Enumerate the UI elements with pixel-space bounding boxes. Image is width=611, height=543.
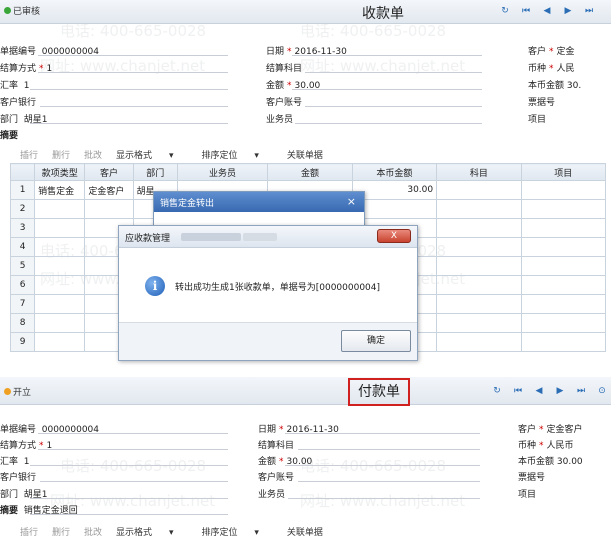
bottom-settle-account[interactable]: 结算科目 xyxy=(258,438,294,451)
close-button[interactable]: X xyxy=(377,229,411,243)
watermark-site: 网址: www.chanjet.net xyxy=(300,492,466,510)
refresh-icon[interactable]: ↻ xyxy=(500,6,510,16)
top-customer[interactable]: 客户 * 定金 xyxy=(528,44,575,57)
first-record-icon[interactable]: ⏮ xyxy=(521,6,531,16)
row-number: 1 xyxy=(9,180,36,200)
display-format-button[interactable]: 显示格式 ▾ xyxy=(116,148,187,161)
sort-locate-button[interactable]: 排序定位 ▾ xyxy=(201,148,272,161)
bottom-grid-toolbar: 插行 删行 批改 显示格式 ▾ 排序定位 ▾ 关联单据 xyxy=(0,525,611,538)
row-number: 9 xyxy=(9,332,36,352)
bottom-page-title: 付款单 xyxy=(348,378,410,406)
approved-status-icon xyxy=(4,7,11,14)
info-icon: i xyxy=(145,276,165,296)
bottom-project[interactable]: 项目 xyxy=(518,487,536,500)
related-docs-button[interactable]: 关联单据 xyxy=(287,525,323,538)
insert-row-button[interactable]: 插行 xyxy=(20,525,38,538)
delete-row-button[interactable]: 删行 xyxy=(52,525,70,538)
row-number: 5 xyxy=(9,256,36,276)
message-text: 转出成功生成1张收款单，单据号为[0000000004] xyxy=(175,283,381,293)
top-account[interactable]: 客户账号 xyxy=(266,95,302,108)
bottom-bill-no[interactable]: 票据号 xyxy=(518,470,545,483)
sort-locate-button[interactable]: 排序定位 ▾ xyxy=(201,525,272,538)
top-record-nav: ↻ ⏮ ◀ ▶ ⏭ xyxy=(500,6,594,16)
col-header-project[interactable]: 项目 xyxy=(520,163,607,181)
batch-edit-button[interactable]: 批改 xyxy=(84,148,102,161)
top-bill-no[interactable]: 票据号 xyxy=(528,95,555,108)
row-number: 2 xyxy=(9,199,36,219)
last-record-icon[interactable]: ⏭ xyxy=(584,6,594,16)
prev-record-icon[interactable]: ◀ xyxy=(534,386,544,396)
row-number: 3 xyxy=(9,218,36,238)
row-number: 7 xyxy=(9,294,36,314)
top-grid-toolbar: 插行 删行 批改 显示格式 ▾ 排序定位 ▾ 关联单据 xyxy=(0,148,611,161)
top-header-bar: 已审核 收款单 ↻ ⏮ ◀ ▶ ⏭ xyxy=(0,0,611,24)
cell-customer[interactable]: 定金客户 xyxy=(84,180,134,200)
bottom-customer[interactable]: 客户 * 定金客户 xyxy=(518,422,583,435)
col-header-customer[interactable]: 客户 xyxy=(84,163,134,181)
top-rate[interactable]: 汇率 1 xyxy=(0,78,29,91)
top-settle-account[interactable]: 结算科目 xyxy=(266,61,302,74)
bottom-rate[interactable]: 汇率 1 xyxy=(0,454,29,467)
display-format-button[interactable]: 显示格式 ▾ xyxy=(116,525,187,538)
dropdown-arrow-icon: ▾ xyxy=(168,528,174,538)
bottom-bank[interactable]: 客户银行 xyxy=(0,470,36,483)
related-docs-button[interactable]: 关联单据 xyxy=(287,148,323,161)
bottom-record-nav: ↻ ⏮ ◀ ▶ ⏭ ⊙ xyxy=(492,386,607,396)
refresh-icon[interactable]: ↻ xyxy=(492,386,502,396)
col-header-staff[interactable]: 业务员 xyxy=(176,163,269,181)
top-project[interactable]: 项目 xyxy=(528,112,546,125)
grid-header-row: 款项类型 客户 部门 业务员 金额 本币金额 科目 项目 xyxy=(9,163,607,181)
col-header-account[interactable]: 科目 xyxy=(436,163,522,181)
last-record-icon[interactable]: ⏭ xyxy=(576,386,586,396)
col-header-type[interactable]: 款项类型 xyxy=(34,163,86,181)
dropdown-arrow-icon: ▾ xyxy=(254,528,259,538)
top-local-amount: 本币金额 30. xyxy=(528,81,582,91)
message-dialog-title: 应收款管理 xyxy=(125,234,171,244)
col-header-local-amount[interactable]: 本币金额 xyxy=(351,163,438,181)
top-staff[interactable]: 业务员 xyxy=(266,112,293,125)
top-currency[interactable]: 币种 * 人民 xyxy=(528,61,575,74)
delete-row-button[interactable]: 删行 xyxy=(52,148,70,161)
top-summary[interactable]: 摘要 xyxy=(0,128,18,141)
col-header-amount[interactable]: 金额 xyxy=(267,163,353,181)
col-header-dept[interactable]: 部门 xyxy=(132,163,178,181)
message-dialog: 应收款管理 X i 转出成功生成1张收款单，单据号为[0000000004] 确… xyxy=(118,225,418,361)
blurred-caption xyxy=(243,233,277,241)
ok-button[interactable]: 确定 xyxy=(341,330,411,352)
transfer-dialog-header: 销售定金转出 × xyxy=(154,192,364,212)
insert-row-button[interactable]: 插行 xyxy=(20,148,38,161)
bottom-header-bar: 开立 付款单 ↻ ⏮ ◀ ▶ ⏭ ⊙ xyxy=(0,377,611,406)
next-record-icon[interactable]: ▶ xyxy=(555,386,565,396)
top-status-label: 已审核 xyxy=(13,7,41,17)
top-bank[interactable]: 客户银行 xyxy=(0,95,36,108)
message-dialog-header: 应收款管理 X xyxy=(119,226,417,248)
row-number: 8 xyxy=(9,313,36,333)
prev-record-icon[interactable]: ◀ xyxy=(542,6,552,16)
close-icon[interactable]: × xyxy=(347,195,356,208)
row-number: 4 xyxy=(9,237,36,257)
top-status: 已审核 xyxy=(4,4,40,17)
dropdown-arrow-icon: ▾ xyxy=(254,151,259,161)
bottom-account[interactable]: 客户账号 xyxy=(258,470,294,483)
bottom-staff[interactable]: 业务员 xyxy=(258,487,285,500)
blurred-caption xyxy=(181,233,241,241)
top-page-title: 收款单 xyxy=(362,6,404,22)
bottom-local-amount: 本币金额 30.00 xyxy=(518,457,583,467)
batch-edit-button[interactable]: 批改 xyxy=(84,525,102,538)
bottom-status-label: 开立 xyxy=(13,388,32,398)
search-icon[interactable]: ⊙ xyxy=(597,386,607,396)
first-record-icon[interactable]: ⏮ xyxy=(513,386,523,396)
row-number: 6 xyxy=(9,275,36,295)
next-record-icon[interactable]: ▶ xyxy=(563,6,573,16)
bottom-status: 开立 xyxy=(4,385,31,398)
dropdown-arrow-icon: ▾ xyxy=(168,151,174,161)
bottom-currency[interactable]: 币种 * 人民币 xyxy=(518,438,574,451)
open-status-icon xyxy=(4,388,11,395)
cell-type[interactable]: 销售定金 xyxy=(34,180,86,200)
transfer-dialog-title: 销售定金转出 xyxy=(160,199,215,209)
